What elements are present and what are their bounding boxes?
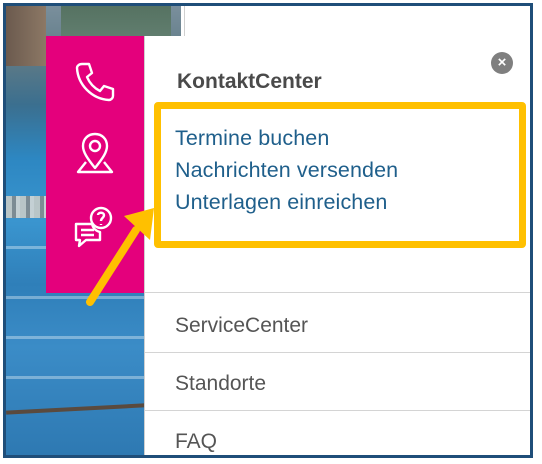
phone-icon[interactable] — [70, 56, 120, 106]
menu-item-faq[interactable]: FAQ — [175, 430, 217, 454]
menu-item-standorte[interactable]: Standorte — [175, 372, 266, 396]
background-building — [6, 6, 46, 66]
close-icon[interactable]: × — [498, 54, 507, 71]
divider — [145, 410, 530, 411]
panel-title: KontaktCenter — [177, 70, 322, 93]
location-pin-icon[interactable] — [70, 128, 120, 178]
close-button[interactable]: × — [491, 52, 513, 74]
highlight-box — [154, 102, 526, 248]
screenshot-frame: × KontaktCenter Termine buchen Nachricht… — [3, 3, 533, 458]
pointer-arrow-icon — [86, 208, 154, 306]
menu-item-servicecenter[interactable]: ServiceCenter — [175, 314, 308, 338]
top-strip — [184, 6, 530, 38]
divider — [145, 292, 530, 293]
divider — [145, 352, 530, 353]
